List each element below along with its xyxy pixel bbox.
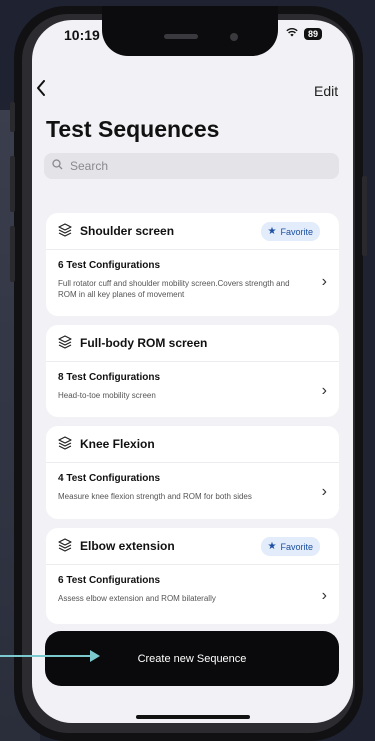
sequence-title: Full-body ROM screen: [80, 336, 208, 350]
pointer-arrow-line: [0, 655, 96, 657]
status-indicators: 89: [286, 27, 323, 40]
favorite-badge: ★ Favorite: [260, 222, 320, 241]
volume-up-button: [10, 156, 15, 212]
sequence-title: Knee Flexion: [80, 437, 155, 451]
chevron-right-icon: ›: [321, 587, 327, 604]
sequence-description: Full rotator cuff and shoulder mobility …: [58, 279, 290, 299]
chevron-right-icon: ›: [321, 273, 327, 290]
layers-icon: [58, 538, 72, 552]
configuration-count: 4 Test Configurations: [58, 473, 161, 484]
sequence-title: Shoulder screen: [80, 224, 175, 238]
configuration-count: 6 Test Configurations: [58, 575, 161, 586]
configuration-count: 8 Test Configurations: [58, 372, 161, 383]
sequence-card-shoulder-screen[interactable]: Shoulder screen ★ Favorite 6 Test Configu…: [46, 213, 339, 316]
notch: [102, 6, 278, 56]
sequence-description: Head-to-toe mobility screen: [58, 391, 156, 400]
sequence-card-elbow-extension[interactable]: Elbow extension ★ Favorite 6 Test Configu…: [46, 528, 339, 624]
chevron-left-icon: [37, 80, 45, 96]
layers-icon: [58, 335, 72, 349]
edit-button[interactable]: Edit: [314, 83, 338, 99]
search-bar[interactable]: [44, 153, 339, 179]
battery-icon: 89: [304, 27, 323, 40]
chevron-right-icon: ›: [321, 382, 327, 399]
pointer-arrow-head: [90, 650, 100, 662]
search-input[interactable]: [68, 158, 312, 174]
mute-switch: [10, 102, 15, 132]
back-button[interactable]: [36, 80, 46, 100]
sequence-title: Elbow extension: [80, 539, 175, 553]
power-button: [362, 176, 367, 256]
star-icon: ★: [267, 541, 277, 552]
sequence-card-full-body-rom[interactable]: Full-body ROM screen 8 Test Configuratio…: [46, 325, 339, 417]
chevron-right-icon: ›: [321, 483, 327, 500]
favorite-badge: ★ Favorite: [260, 537, 320, 556]
page-title: Test Sequences: [46, 116, 220, 142]
layers-icon: [58, 223, 72, 237]
star-icon: ★: [267, 226, 277, 237]
wifi-icon: [286, 27, 298, 40]
status-time: 10:19: [64, 27, 100, 43]
configuration-count: 6 Test Configurations: [58, 260, 161, 271]
sequence-card-knee-flexion[interactable]: Knee Flexion 4 Test Configurations Measu…: [46, 426, 339, 519]
layers-icon: [58, 436, 72, 450]
search-icon: [52, 159, 63, 173]
volume-down-button: [10, 226, 15, 282]
sequence-description: Measure knee flexion strength and ROM fo…: [58, 492, 252, 501]
home-indicator[interactable]: [136, 715, 250, 719]
sequence-description: Assess elbow extension and ROM bilateral…: [58, 594, 216, 603]
